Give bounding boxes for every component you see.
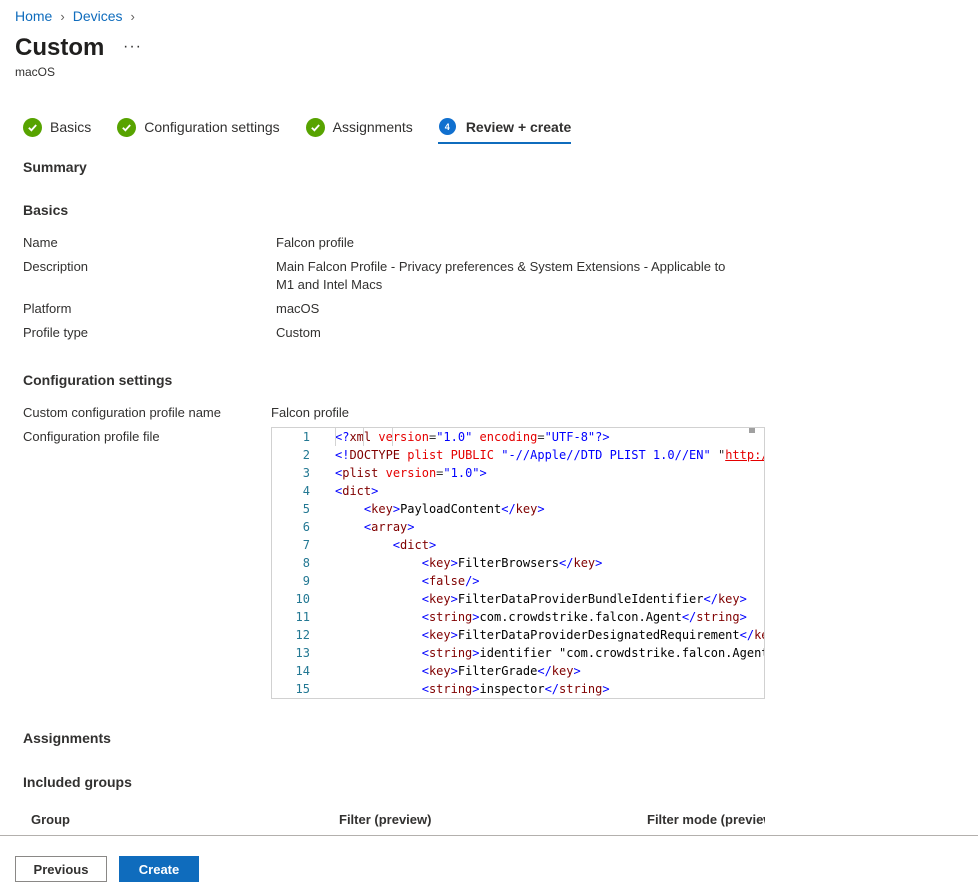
step-number-badge: 4 <box>438 118 456 135</box>
page-title: Custom <box>15 34 105 61</box>
step-label: Basics <box>50 119 92 135</box>
line-number: 14 <box>295 664 310 678</box>
assignments-heading: Assignments <box>23 730 111 746</box>
column-header-group[interactable]: Group <box>31 812 70 827</box>
description-value-line2: M1 and Intel Macs <box>276 277 383 292</box>
step-review-create[interactable]: 4 Review + create <box>437 116 572 144</box>
step-label: Review + create <box>465 119 572 135</box>
profile-type-label: Profile type <box>23 325 89 340</box>
line-number: 7 <box>302 538 310 552</box>
code-line: <dict> <box>335 484 379 498</box>
code-line: <string>identifier "com.crowdstrike.falc… <box>421 646 764 660</box>
line-number: 6 <box>302 520 310 534</box>
included-groups-heading: Included groups <box>23 774 132 790</box>
step-configuration-settings[interactable]: Configuration settings <box>117 116 280 144</box>
custom-profile-name-value: Falcon profile <box>271 405 350 420</box>
wizard-steps: Basics Configuration settings Assignment… <box>23 116 597 146</box>
summary-heading: Summary <box>23 159 87 175</box>
line-number: 9 <box>302 574 310 588</box>
profile-type-value: Custom <box>276 325 321 340</box>
column-header-filter-mode[interactable]: Filter mode (preview) <box>647 812 765 827</box>
chevron-right-icon: › <box>60 8 65 24</box>
line-number: 8 <box>302 556 310 570</box>
line-number: 13 <box>295 646 310 660</box>
step-basics[interactable]: Basics <box>23 116 91 144</box>
code-line: <false/> <box>421 574 480 588</box>
line-number: 3 <box>302 466 310 480</box>
configuration-profile-file-label: Configuration profile file <box>23 429 160 444</box>
column-header-filter[interactable]: Filter (preview) <box>339 812 431 827</box>
step-assignments[interactable]: Assignments <box>305 116 413 144</box>
checkmark-icon <box>23 118 42 137</box>
code-line: <dict> <box>392 538 437 552</box>
code-line: <key>FilterDataProviderDesignatedRequire… <box>421 628 764 642</box>
name-value: Falcon profile <box>276 235 355 250</box>
code-line: <array> <box>363 520 415 534</box>
custom-profile-name-label: Custom configuration profile name <box>23 405 221 420</box>
previous-button[interactable]: Previous <box>15 856 107 882</box>
line-number: 1 <box>302 430 310 444</box>
line-number: 12 <box>295 628 310 642</box>
line-number-gutter: 1 2 3 4 5 6 7 8 9 10 11 12 13 14 15 <box>272 428 334 698</box>
line-number: 2 <box>302 448 310 462</box>
line-number: 10 <box>295 592 310 606</box>
basics-heading: Basics <box>23 202 69 218</box>
code-line: <!DOCTYPE plist PUBLIC "-//Apple//DTD PL… <box>335 448 764 462</box>
code-line: <key>FilterBrowsers</key> <box>421 556 603 570</box>
configuration-settings-heading: Configuration settings <box>23 372 173 388</box>
footer-bar: Previous Create <box>0 835 978 892</box>
code-line: <key>PayloadContent</key> <box>363 502 545 516</box>
breadcrumb-home-link[interactable]: Home <box>15 8 52 24</box>
indent-guide <box>392 428 394 446</box>
code-line: <string>com.crowdstrike.falcon.Agent</st… <box>421 610 747 624</box>
indent-guide <box>335 428 337 446</box>
code-line: <key>FilterGrade</key> <box>421 664 581 678</box>
more-options-button[interactable]: ··· <box>123 38 142 56</box>
code-line: <string>inspector</string> <box>421 682 610 696</box>
code-line: <?xml version="1.0" encoding="UTF-8"?> <box>335 430 610 444</box>
step-label: Assignments <box>332 119 413 135</box>
line-number: 15 <box>295 682 310 696</box>
code-line: <key>FilterDataProviderBundleIdentifier<… <box>421 592 747 606</box>
checkmark-icon <box>305 118 325 137</box>
line-number: 5 <box>302 502 310 516</box>
checkmark-icon <box>117 118 137 137</box>
create-button[interactable]: Create <box>119 856 199 882</box>
line-number: 11 <box>295 610 310 624</box>
page-subtitle: macOS <box>15 65 56 79</box>
scrollbar-thumb[interactable] <box>749 428 755 433</box>
code-editor[interactable]: 1 2 3 4 5 6 7 8 9 10 11 12 13 14 15 <?xml version="1.0… <box>271 427 765 699</box>
chevron-right-icon: › <box>130 8 135 24</box>
platform-label: Platform <box>23 301 72 316</box>
description-label: Description <box>23 259 89 274</box>
line-number: 4 <box>302 484 310 498</box>
description-value-line1: Main Falcon Profile - Privacy preference… <box>276 259 726 274</box>
platform-value: macOS <box>276 301 320 316</box>
code-content[interactable]: <?xml version="1.0" encoding="UTF-8"?> <!… <box>334 428 764 698</box>
breadcrumb: Home › Devices › <box>15 8 135 24</box>
breadcrumb-devices-link[interactable]: Devices <box>73 8 123 24</box>
indent-guide <box>363 428 365 446</box>
step-label: Configuration settings <box>144 119 280 135</box>
name-label: Name <box>23 235 58 250</box>
code-line: <plist version="1.0"> <box>335 466 487 480</box>
